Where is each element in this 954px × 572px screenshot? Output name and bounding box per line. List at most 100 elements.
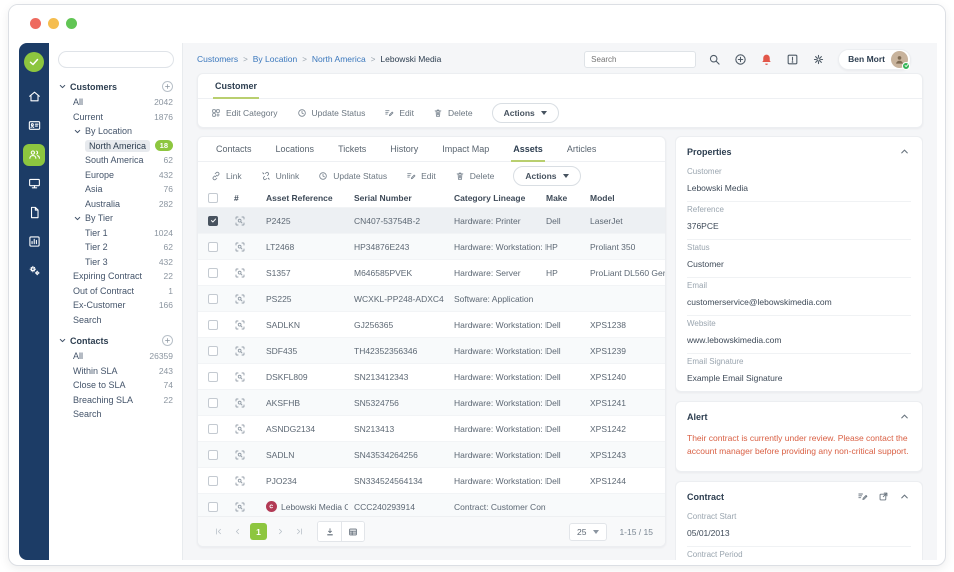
sidebar-item-tier-3[interactable]: Tier 3 432 (49, 255, 182, 270)
assets-unlink-button[interactable]: Unlink (261, 171, 299, 181)
row-checkbox[interactable] (208, 345, 218, 356)
last-page-button[interactable] (291, 524, 307, 540)
customer-edit-button[interactable]: Edit (384, 108, 414, 118)
scan-asset-icon[interactable] (234, 345, 266, 357)
previous-page-button[interactable] (229, 524, 245, 540)
row-checkbox[interactable] (208, 501, 218, 512)
table-row[interactable]: LT2468 HP34876E243 Hardware: Workstation: … (198, 233, 665, 259)
row-checkbox[interactable] (208, 475, 218, 486)
scan-asset-icon[interactable] (234, 397, 266, 409)
column-settings-icon[interactable] (341, 522, 364, 541)
rail-item-customers[interactable] (19, 140, 49, 169)
breadcrumb-item[interactable]: By Location (253, 54, 297, 64)
sidebar-item-australia[interactable]: Australia 282 (49, 197, 182, 212)
assets-delete-button[interactable]: Delete (455, 171, 494, 181)
notifications-icon[interactable] (759, 52, 774, 67)
assets-update-status-button[interactable]: Update Status (318, 171, 387, 181)
row-checkbox[interactable] (208, 319, 218, 330)
sidebar-item-out-of-contract[interactable]: Out of Contract 1 (49, 284, 182, 299)
next-page-button[interactable] (272, 524, 288, 540)
table-row[interactable]: Lebowski Media Contr CCC240293914 Contract… (198, 493, 665, 516)
table-row[interactable]: S1357 M646585PVEK Hardware: Server HP ProLia… (198, 259, 665, 285)
table-row[interactable]: SADLN SN43534264256 Hardware: Workstation:… (198, 441, 665, 467)
row-checkbox[interactable] (208, 449, 218, 460)
rail-item-reports[interactable] (19, 227, 49, 256)
row-checkbox[interactable] (208, 241, 218, 252)
customer-update-status-button[interactable]: Update Status (297, 108, 365, 118)
sidebar-item-north-america[interactable]: North America 18 (49, 139, 182, 154)
sidebar-item-ex-customer[interactable]: Ex-Customer 166 (49, 298, 182, 313)
scan-asset-icon[interactable] (234, 475, 266, 487)
sidebar-item-search[interactable]: Search (49, 407, 182, 422)
window-minimize-button[interactable] (48, 17, 59, 29)
settings-icon[interactable] (811, 52, 826, 67)
table-row[interactable]: PJO234 SN334524564134 Hardware: Workstatio… (198, 467, 665, 493)
select-all-checkbox[interactable] (208, 193, 218, 203)
scan-asset-icon[interactable] (234, 215, 266, 227)
sidebar-item-customers[interactable]: Customers (49, 78, 182, 95)
row-checkbox[interactable] (208, 423, 218, 434)
tab-impact-map[interactable]: Impact Map (442, 137, 489, 161)
table-row[interactable]: SADLKN GJ256365 Hardware: Workstation: Des… (198, 311, 665, 337)
page-size-select[interactable]: 25 (568, 522, 608, 541)
scan-asset-icon[interactable] (234, 449, 266, 461)
sidebar-item-south-america[interactable]: South America 62 (49, 153, 182, 168)
first-page-button[interactable] (210, 524, 226, 540)
scan-asset-icon[interactable] (234, 293, 266, 305)
table-row[interactable]: PS225 WCXKL-PP248-ADXC4 Software: Applicat… (198, 285, 665, 311)
breadcrumb-item[interactable]: Lebowski Media (380, 54, 441, 64)
sidebar-item-close-to-sla[interactable]: Close to SLA 74 (49, 378, 182, 393)
scan-asset-icon[interactable] (234, 371, 266, 383)
open-contract-icon[interactable] (878, 491, 890, 503)
customer-delete-button[interactable]: Delete (433, 108, 473, 118)
rail-item-contacts[interactable] (19, 111, 49, 140)
add-icon[interactable] (733, 52, 748, 67)
row-checkbox[interactable] (208, 397, 218, 408)
row-checkbox[interactable] (208, 293, 218, 304)
search-input[interactable] (584, 50, 697, 68)
user-menu[interactable]: Ben Mort (838, 48, 911, 70)
table-row[interactable]: ASNDG2134 SN213413 Hardware: Workstation: … (198, 415, 665, 441)
table-row[interactable]: P2425 CN407-53754B-2 Hardware: Printer Dell… (198, 207, 665, 233)
tab-contacts[interactable]: Contacts (216, 137, 252, 161)
tab-articles[interactable]: Articles (567, 137, 597, 161)
scan-asset-icon[interactable] (234, 319, 266, 331)
row-checkbox[interactable] (208, 371, 218, 382)
scan-asset-icon[interactable] (234, 241, 266, 253)
rail-item-configuration[interactable] (19, 256, 49, 285)
breadcrumb-item[interactable]: North America (312, 54, 366, 64)
alerts-icon[interactable] (785, 52, 800, 67)
sidebar-item-current[interactable]: Current 1876 (49, 110, 182, 125)
sidebar-item-europe[interactable]: Europe 432 (49, 168, 182, 183)
add-icon[interactable] (162, 335, 173, 346)
breadcrumb-item[interactable]: Customers (197, 54, 238, 64)
assets-link-button[interactable]: Link (211, 171, 242, 181)
scan-asset-icon[interactable] (234, 423, 266, 435)
sidebar-item-search[interactable]: Search (49, 313, 182, 328)
assets-edit-button[interactable]: Edit (406, 171, 436, 181)
tab-locations[interactable]: Locations (276, 137, 315, 161)
download-icon[interactable] (318, 522, 341, 541)
sidebar-item-contacts[interactable]: Contacts (49, 332, 182, 349)
window-maximize-button[interactable] (66, 17, 77, 29)
search-icon[interactable] (707, 52, 722, 67)
app-logo[interactable] (24, 52, 44, 72)
sidebar-item-tier-1[interactable]: Tier 1 1024 (49, 226, 182, 241)
add-icon[interactable] (162, 81, 173, 92)
sidebar-item-within-sla[interactable]: Within SLA 243 (49, 364, 182, 379)
tab-history[interactable]: History (390, 137, 418, 161)
customer-actions-button[interactable]: Actions (491, 103, 559, 123)
scan-asset-icon[interactable] (234, 501, 266, 513)
customer-edit-category-button[interactable]: Edit Category (211, 108, 278, 118)
collapse-alert-icon[interactable] (899, 411, 911, 423)
rail-item-devices[interactable] (19, 169, 49, 198)
row-checkbox[interactable] (208, 267, 218, 278)
rail-item-home[interactable] (19, 82, 49, 111)
sidebar-item-all[interactable]: All 2042 (49, 95, 182, 110)
table-row[interactable]: AKSFHB SN5324756 Hardware: Workstation: De… (198, 389, 665, 415)
sidebar-item-asia[interactable]: Asia 76 (49, 182, 182, 197)
table-row[interactable]: SDF435 TH42352356346 Hardware: Workstation… (198, 337, 665, 363)
sidebar-search-input[interactable] (58, 51, 174, 68)
window-close-button[interactable] (30, 17, 41, 29)
collapse-contract-icon[interactable] (899, 491, 911, 503)
